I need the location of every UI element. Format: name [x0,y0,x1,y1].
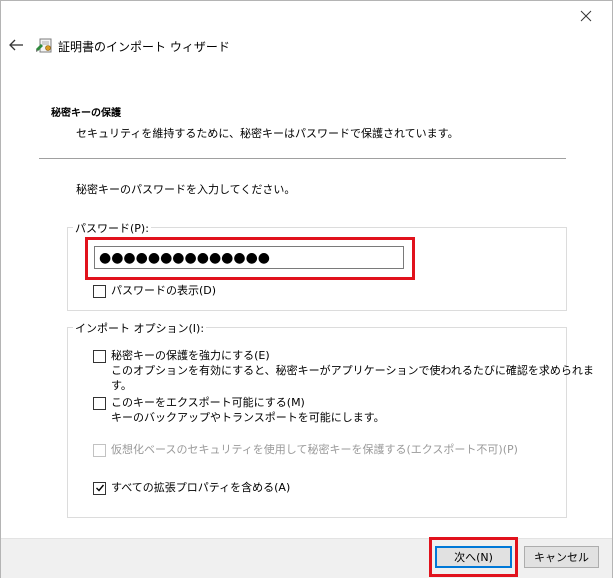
password-highlight-box [85,237,415,280]
password-group-label: パスワード(P): [73,220,151,236]
exportable-description: キーのバックアップやトランスポートを可能にします。 [111,411,385,424]
strong-protection-description: このオプションを有効にすると、秘密キーがアプリケーションで使われるたびに確認を求… [111,364,594,392]
show-password-checkbox[interactable] [93,285,106,298]
header-divider [39,158,566,159]
extended-properties-row[interactable]: すべての拡張プロパティを含める(A) [93,480,290,495]
virtualization-label: 仮想化ベースのセキュリティを使用して秘密キーを保護する(エクスポート不可)(P) [111,443,518,456]
wizard-window: 証明書のインポート ウィザード 秘密キーの保護 セキュリティを維持するために、秘… [0,0,613,578]
password-prompt: 秘密キーのパスワードを入力してください。 [76,183,296,196]
certificate-wizard-icon [36,38,52,53]
virtualization-checkbox [93,444,106,457]
close-icon[interactable] [579,9,593,23]
import-options-label: インポート オプション(I): [73,320,207,336]
check-icon [96,484,105,492]
virtualization-row: 仮想化ベースのセキュリティを使用して秘密キーを保護する(エクスポート不可)(P) [93,442,518,457]
strong-protection-checkbox[interactable] [93,350,106,363]
back-arrow-icon[interactable] [8,38,24,52]
extended-properties-label: すべての拡張プロパティを含める(A) [111,481,291,494]
show-password-label: パスワードの表示(D) [111,284,217,297]
strong-protection-row[interactable]: 秘密キーの保護を強力にする(E) このオプションを有効にすると、秘密キーがアプリ… [93,348,612,393]
next-button-highlight-box [429,537,518,577]
button-bar [1,538,612,578]
strong-protection-label: 秘密キーの保護を強力にする(E) [111,349,270,362]
section-subtitle: セキュリティを維持するために、秘密キーはパスワードで保護されています。 [76,127,459,140]
exportable-checkbox[interactable] [93,397,106,410]
section-heading: 秘密キーの保護 [51,108,121,119]
show-password-row[interactable]: パスワードの表示(D) [93,283,216,298]
wizard-title: 証明書のインポート ウィザード [58,40,230,54]
exportable-label: このキーをエクスポート可能にする(M) [111,396,305,409]
extended-properties-checkbox[interactable] [93,482,106,495]
exportable-row[interactable]: このキーをエクスポート可能にする(M) キーのバックアップやトランスポートを可能… [93,395,385,425]
cancel-button[interactable]: キャンセル [524,546,599,568]
